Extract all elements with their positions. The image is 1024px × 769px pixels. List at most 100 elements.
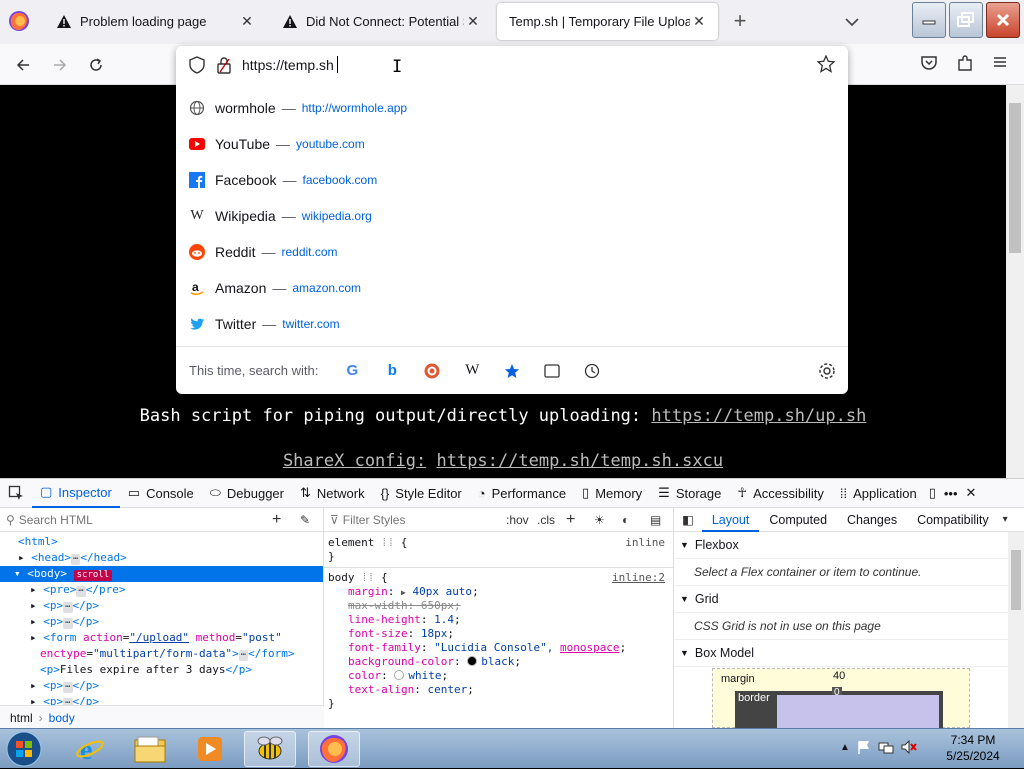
extensions-puzzle-icon[interactable] <box>956 54 974 72</box>
network-icon[interactable] <box>878 739 894 755</box>
list-all-tabs-chevron-icon[interactable] <box>840 12 864 32</box>
scrollbar-thumb[interactable] <box>1011 550 1021 610</box>
color-swatch-black[interactable] <box>467 656 478 666</box>
bookmark-star-icon[interactable] <box>817 55 835 73</box>
close-window-button[interactable] <box>986 2 1020 38</box>
sharex-config-link[interactable]: https://temp.sh/temp.sh.sxcu <box>436 451 723 471</box>
filter-styles-input[interactable] <box>342 512 503 527</box>
breadcrumb-html[interactable]: html <box>10 711 33 725</box>
tracking-shield-icon[interactable] <box>188 56 206 74</box>
flexbox-section-header[interactable]: ▼ Flexbox <box>674 532 1024 559</box>
suggestion-row[interactable]: Reddit — reddit.com <box>176 234 848 270</box>
tab-close-icon[interactable]: ✕ <box>238 13 256 30</box>
eyedropper-icon[interactable]: ✎ <box>300 513 310 527</box>
ellipsis-badge[interactable]: ⋯ <box>238 650 249 661</box>
url-input[interactable] <box>242 54 762 76</box>
page-scrollbar[interactable] <box>1006 85 1024 478</box>
tab-inspector[interactable]: ▢ Inspector <box>32 479 120 508</box>
add-rule-icon[interactable]: + <box>566 511 575 529</box>
layout-scrollbar[interactable] <box>1008 532 1024 729</box>
suggestion-row[interactable]: a Amazon — amazon.com <box>176 270 848 306</box>
restore-button[interactable] <box>949 2 983 38</box>
close-devtools-icon[interactable]: ✕ <box>962 479 981 508</box>
tab-computed[interactable]: Computed <box>759 508 837 532</box>
tab-close-icon[interactable]: ✕ <box>690 13 708 30</box>
rule-body-header[interactable]: body ⁞⁞ {inline:2 <box>328 571 669 585</box>
tab-did-not-connect[interactable]: Did Not Connect: Potential Security Issu… <box>270 3 492 40</box>
tab-performance[interactable]: ◔ Performance <box>470 479 574 508</box>
print-media-icon[interactable]: ▤ <box>650 513 661 527</box>
bash-script-link[interactable]: https://temp.sh/up.sh <box>651 406 866 426</box>
ellipsis-badge[interactable]: ⋯ <box>71 554 81 565</box>
tree-node-p[interactable]: ▸ <p> ⋯ </p> <box>0 678 323 694</box>
tab-network[interactable]: ⇅ Network <box>292 479 373 508</box>
back-button[interactable] <box>10 52 36 78</box>
tree-node-form[interactable]: ▸ <form action="/upload" method="post" <box>0 630 323 646</box>
lock-icon[interactable] <box>216 56 232 74</box>
ellipsis-badge[interactable]: ⋯ <box>63 602 73 613</box>
dock-icon[interactable]: ▯ <box>925 479 940 508</box>
firefox-logo-icon[interactable] <box>8 10 30 32</box>
tree-node-p[interactable]: ▸ <p> ⋯ </p> <box>0 598 323 614</box>
pocket-icon[interactable] <box>920 54 938 72</box>
tab-accessibility[interactable]: ☥ Accessibility <box>729 479 832 508</box>
color-swatch-white[interactable] <box>394 670 405 680</box>
tab-close-icon[interactable]: ✕ <box>464 13 482 30</box>
tab-changes[interactable]: Changes <box>837 508 907 532</box>
search-settings-gear-icon[interactable] <box>818 362 836 380</box>
tree-node-html[interactable]: <html> <box>0 534 323 550</box>
sidebar-toggle-icon[interactable]: ◧ <box>674 512 702 527</box>
css-decl-line-height[interactable]: line-height: 1.4; <box>328 613 669 627</box>
rule-source-link[interactable]: inline:2 <box>612 571 665 585</box>
tab-temp-sh[interactable]: Temp.sh | Temporary File Upload ✕ <box>497 3 718 40</box>
start-button[interactable] <box>2 729 46 769</box>
taskbar-media-player[interactable] <box>184 731 236 767</box>
taskbar-app-bee[interactable] <box>244 731 296 767</box>
tab-layout[interactable]: Layout <box>701 508 760 532</box>
tab-console[interactable]: ▭ Console <box>120 479 202 508</box>
suggestion-row[interactable]: wormhole — http://wormhole.app <box>176 90 848 126</box>
scroll-badge[interactable]: scroll <box>73 570 113 581</box>
urlbar[interactable] <box>176 46 848 84</box>
cls-toggle[interactable]: .cls <box>537 513 555 527</box>
taskbar-firefox[interactable] <box>308 731 360 767</box>
dark-mode-icon[interactable]: ◐ <box>622 513 629 527</box>
tab-memory[interactable]: ▯ Memory <box>574 479 650 508</box>
boxmodel-section-header[interactable]: ▼ Box Model <box>674 640 1024 667</box>
bing-engine-icon[interactable]: b <box>372 356 412 386</box>
tree-node-head[interactable]: ▸ <head> ⋯ </head> <box>0 550 323 566</box>
tree-node-body[interactable]: ▾ <body> scroll <box>0 566 323 582</box>
bookmarks-star-icon[interactable] <box>492 356 532 386</box>
breadcrumb-body[interactable]: body <box>49 711 75 725</box>
tab-style-editor[interactable]: {} Style Editor <box>373 479 470 508</box>
css-decl-font-family[interactable]: font-family: "Lucidia Console", monospac… <box>328 641 669 655</box>
tree-node-form-cont[interactable]: enctype="multipart/form-data"> ⋯ </form> <box>0 646 323 662</box>
css-decl-font-size[interactable]: font-size: 18px; <box>328 627 669 641</box>
suggestion-row[interactable]: Facebook — facebook.com <box>176 162 848 198</box>
css-decl-max-width[interactable]: max-width: 650px; <box>328 599 669 613</box>
grid-section-header[interactable]: ▼ Grid <box>674 586 1024 613</box>
suggestion-row[interactable]: YouTube — youtube.com <box>176 126 848 162</box>
tab-problem-loading[interactable]: Problem loading page ✕ <box>44 3 266 40</box>
forward-button[interactable] <box>47 52 73 78</box>
taskbar-file-explorer[interactable] <box>124 731 176 767</box>
tree-node-p[interactable]: ▸ <p> ⋯ </p> <box>0 614 323 630</box>
ellipsis-badge[interactable]: ⋯ <box>63 682 73 693</box>
tab-compatibility[interactable]: Compatibility <box>907 508 999 532</box>
tree-node-p-text[interactable]: <p>Files expire after 3 days</p> <box>0 662 323 678</box>
duckduckgo-engine-icon[interactable] <box>412 356 452 386</box>
minimize-button[interactable] <box>912 2 946 38</box>
tab-debugger[interactable]: ⬭ Debugger <box>202 479 292 508</box>
rule-element-header[interactable]: element ⁞⁞ {inline <box>328 536 669 550</box>
css-decl-margin[interactable]: margin: ▶ 40px auto; <box>328 585 669 599</box>
element-picker-icon[interactable] <box>0 479 32 508</box>
tab-application[interactable]: ⁞⁞ Application <box>832 479 925 508</box>
action-center-flag-icon[interactable] <box>856 739 872 755</box>
css-decl-color[interactable]: color: white; <box>328 669 669 683</box>
reload-button[interactable] <box>83 52 109 78</box>
light-mode-icon[interactable]: ☀ <box>594 513 605 527</box>
scrollbar-thumb[interactable] <box>1009 103 1021 253</box>
history-clock-icon[interactable] <box>572 356 612 386</box>
add-node-icon[interactable]: + <box>272 511 281 529</box>
new-tab-button[interactable]: + <box>728 8 752 36</box>
